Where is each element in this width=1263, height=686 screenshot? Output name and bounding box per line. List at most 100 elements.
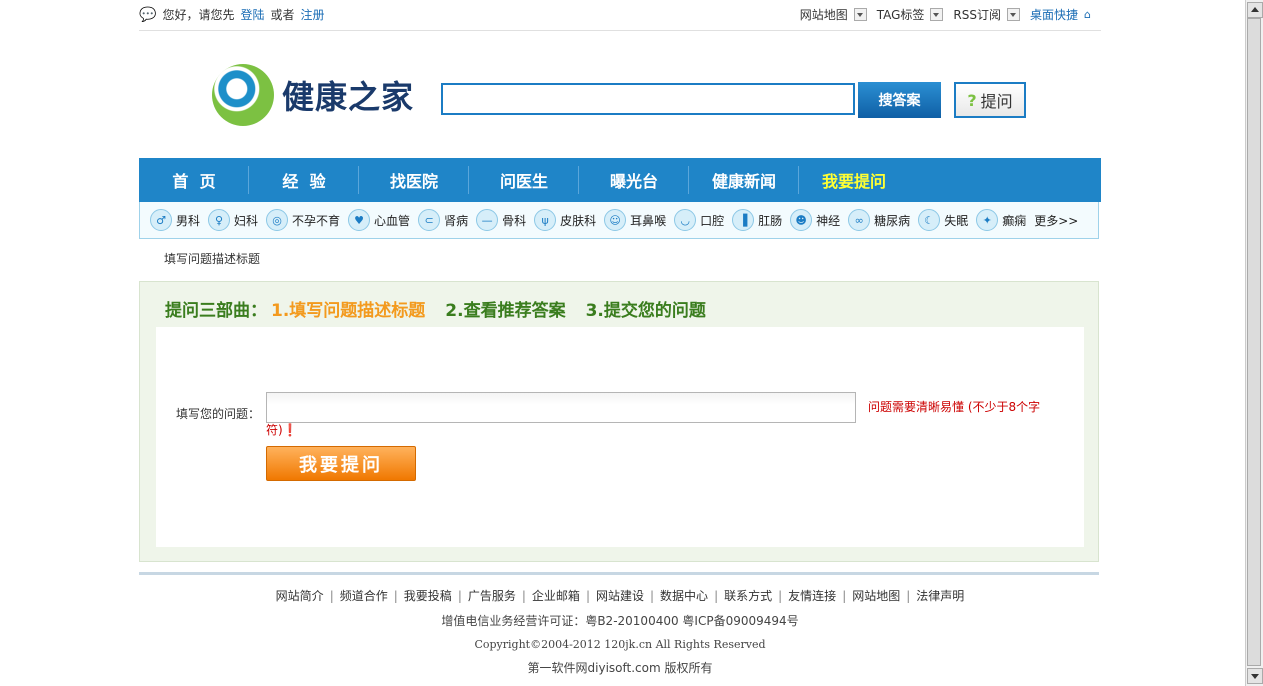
category-label: 肛肠 <box>758 213 783 228</box>
step-3: 3.提交您的问题 <box>585 301 706 321</box>
category-label: 心血管 <box>374 213 411 228</box>
footer-link[interactable]: 网站简介 <box>276 589 324 603</box>
footer-link[interactable]: 法律声明 <box>916 589 964 603</box>
category-icon: ☺ <box>604 209 627 231</box>
tag-link[interactable]: TAG标签 <box>877 6 925 23</box>
footer-link[interactable]: 网站地图 <box>852 589 900 603</box>
category-icon: ψ <box>534 209 557 231</box>
category-label: 失眠 <box>944 213 969 228</box>
ask-question-label: 提问 <box>980 92 1013 111</box>
more-categories-link[interactable]: 更多>> <box>1034 212 1078 229</box>
footer-links: 网站简介 | 频道合作 | 我要投稿 | 广告服务 | 企业邮箱 | 网站建设 | 数据中心 | 联系方式 |… <box>0 587 1240 604</box>
nav-home[interactable]: 首 页 <box>139 158 249 202</box>
footer-copyright: Copyright©2004-2012 120jk.cn All Rights … <box>474 638 766 651</box>
footer-link[interactable]: 企业邮箱 <box>532 589 580 603</box>
category-bar: ♂ 男科 ♀ 妇科 ◎ 不孕不育 ♥ 心血管 ⊂ 肾病 — 骨科 ψ 皮肤科 ☺ 耳鼻喉 ◡ 口腔 ▐ 肛肠 ☻ 神经 ∞ 糖… <box>139 202 1099 239</box>
category-icon: ▐ <box>732 209 755 231</box>
scroll-thumb[interactable] <box>1247 18 1261 666</box>
question-input[interactable] <box>266 392 856 423</box>
footer-link[interactable]: 频道合作 <box>340 589 388 603</box>
nav-find-hospital[interactable]: 找医院 <box>359 158 469 202</box>
login-link[interactable]: 登陆 <box>240 6 264 23</box>
category-icon: ✦ <box>976 209 999 231</box>
desktop-shortcut-link[interactable]: 桌面快捷 <box>1030 6 1078 23</box>
nav-ask-doctor[interactable]: 问医生 <box>469 158 579 202</box>
footer-separator: | <box>393 589 398 603</box>
scroll-up-icon[interactable] <box>1247 2 1263 18</box>
submit-question-button[interactable]: 我要提问 <box>266 446 416 481</box>
footer-separator: | <box>842 589 847 603</box>
footer-separator: | <box>778 589 783 603</box>
category-icon: ☻ <box>790 209 813 231</box>
category-item[interactable]: ☺ 耳鼻喉 <box>604 209 666 231</box>
footer-separator: | <box>714 589 719 603</box>
category-icon: ♥ <box>348 209 371 231</box>
category-item[interactable]: ☾ 失眠 <box>918 209 968 231</box>
footer-license: 增值电信业务经营许可证：粤B2-20100400 粤ICP备09009494号 <box>441 614 799 628</box>
nav-exposure[interactable]: 曝光台 <box>579 158 689 202</box>
category-icon: ◎ <box>266 209 289 231</box>
footer-link[interactable]: 友情连接 <box>788 589 836 603</box>
footer-link[interactable]: 网站建设 <box>596 589 644 603</box>
rss-link[interactable]: RSS订阅 <box>953 6 1001 23</box>
category-item[interactable]: ∞ 糖尿病 <box>848 209 910 231</box>
category-label: 肾病 <box>444 213 469 228</box>
ask-panel: 提问三部曲： 1.填写问题描述标题 2.查看推荐答案 3.提交您的问题 填写您的… <box>139 281 1099 562</box>
ask-question-button[interactable]: ? 提问 <box>954 82 1026 118</box>
sitemap-link[interactable]: 网站地图 <box>800 6 848 23</box>
steps-header: 提问三部曲： 1.填写问题描述标题 2.查看推荐答案 3.提交您的问题 <box>165 296 706 321</box>
step-2: 2.查看推荐答案 <box>445 301 566 321</box>
category-label: 不孕不育 <box>292 213 341 228</box>
category-icon: ∞ <box>848 209 871 231</box>
nav-ask-question[interactable]: 我要提问 <box>799 158 909 202</box>
category-icon: ◡ <box>674 209 697 231</box>
category-item[interactable]: ☻ 神经 <box>790 209 840 231</box>
category-item[interactable]: ⊂ 肾病 <box>418 209 468 231</box>
footer-credit: 第一软件网diyisoft.com 版权所有 <box>527 661 713 675</box>
category-item[interactable]: ψ 皮肤科 <box>534 209 596 231</box>
search-button[interactable]: 搜答案 <box>858 82 941 118</box>
category-icon: ♀ <box>208 209 231 231</box>
category-item[interactable]: — 骨科 <box>476 209 526 231</box>
sitemap-dropdown-icon[interactable] <box>853 8 867 21</box>
footer-divider <box>139 572 1099 575</box>
main-nav: 首 页 经 验 找医院 问医生 曝光台 健康新闻 我要提问 <box>139 158 1101 202</box>
register-link[interactable]: 注册 <box>300 6 324 23</box>
greeting-text: 您好，请您先 <box>162 8 235 22</box>
category-label: 耳鼻喉 <box>630 213 667 228</box>
footer-separator: | <box>906 589 911 603</box>
category-icon: ♂ <box>150 209 172 231</box>
search-input[interactable] <box>441 83 855 115</box>
footer-link[interactable]: 我要投稿 <box>404 589 452 603</box>
category-icon: — <box>476 209 499 231</box>
vertical-scrollbar[interactable] <box>1245 0 1263 686</box>
category-label: 妇科 <box>234 213 259 228</box>
category-item[interactable]: ♂ 男科 <box>150 209 200 231</box>
question-label: 填写您的问题： <box>176 407 261 421</box>
logo-text: 健康之家 <box>282 78 415 116</box>
footer-link[interactable]: 数据中心 <box>660 589 708 603</box>
footer-link[interactable]: 联系方式 <box>724 589 772 603</box>
category-icon: ⊂ <box>418 209 441 231</box>
category-label: 男科 <box>176 213 201 228</box>
category-item[interactable]: ◡ 口腔 <box>674 209 724 231</box>
category-item[interactable]: ♀ 妇科 <box>208 209 258 231</box>
tag-dropdown-icon[interactable] <box>930 8 944 21</box>
footer-separator: | <box>329 589 334 603</box>
user-links: 💬 您好，请您先 登陆 或者 注册 <box>139 6 325 23</box>
category-item[interactable]: ♥ 心血管 <box>348 209 410 231</box>
category-item[interactable]: ◎ 不孕不育 <box>266 209 340 231</box>
site-logo[interactable]: 健康之家 <box>212 64 414 126</box>
steps-prefix: 提问三部曲： <box>165 301 267 321</box>
nav-experience[interactable]: 经 验 <box>249 158 359 202</box>
rss-dropdown-icon[interactable] <box>1007 8 1020 21</box>
category-item[interactable]: ✦ 癫痫 <box>976 209 1026 231</box>
category-item[interactable]: ▐ 肛肠 <box>732 209 782 231</box>
scroll-down-icon[interactable] <box>1247 668 1263 684</box>
footer-link[interactable]: 广告服务 <box>468 589 516 603</box>
question-form: 填写您的问题： 问题需要清晰易懂 (不少于8个字 符)❗ 我要提问 <box>156 327 1084 547</box>
footer-separator: | <box>585 589 590 603</box>
footer-separator: | <box>457 589 462 603</box>
footer-separator: | <box>521 589 526 603</box>
nav-health-news[interactable]: 健康新闻 <box>689 158 799 202</box>
